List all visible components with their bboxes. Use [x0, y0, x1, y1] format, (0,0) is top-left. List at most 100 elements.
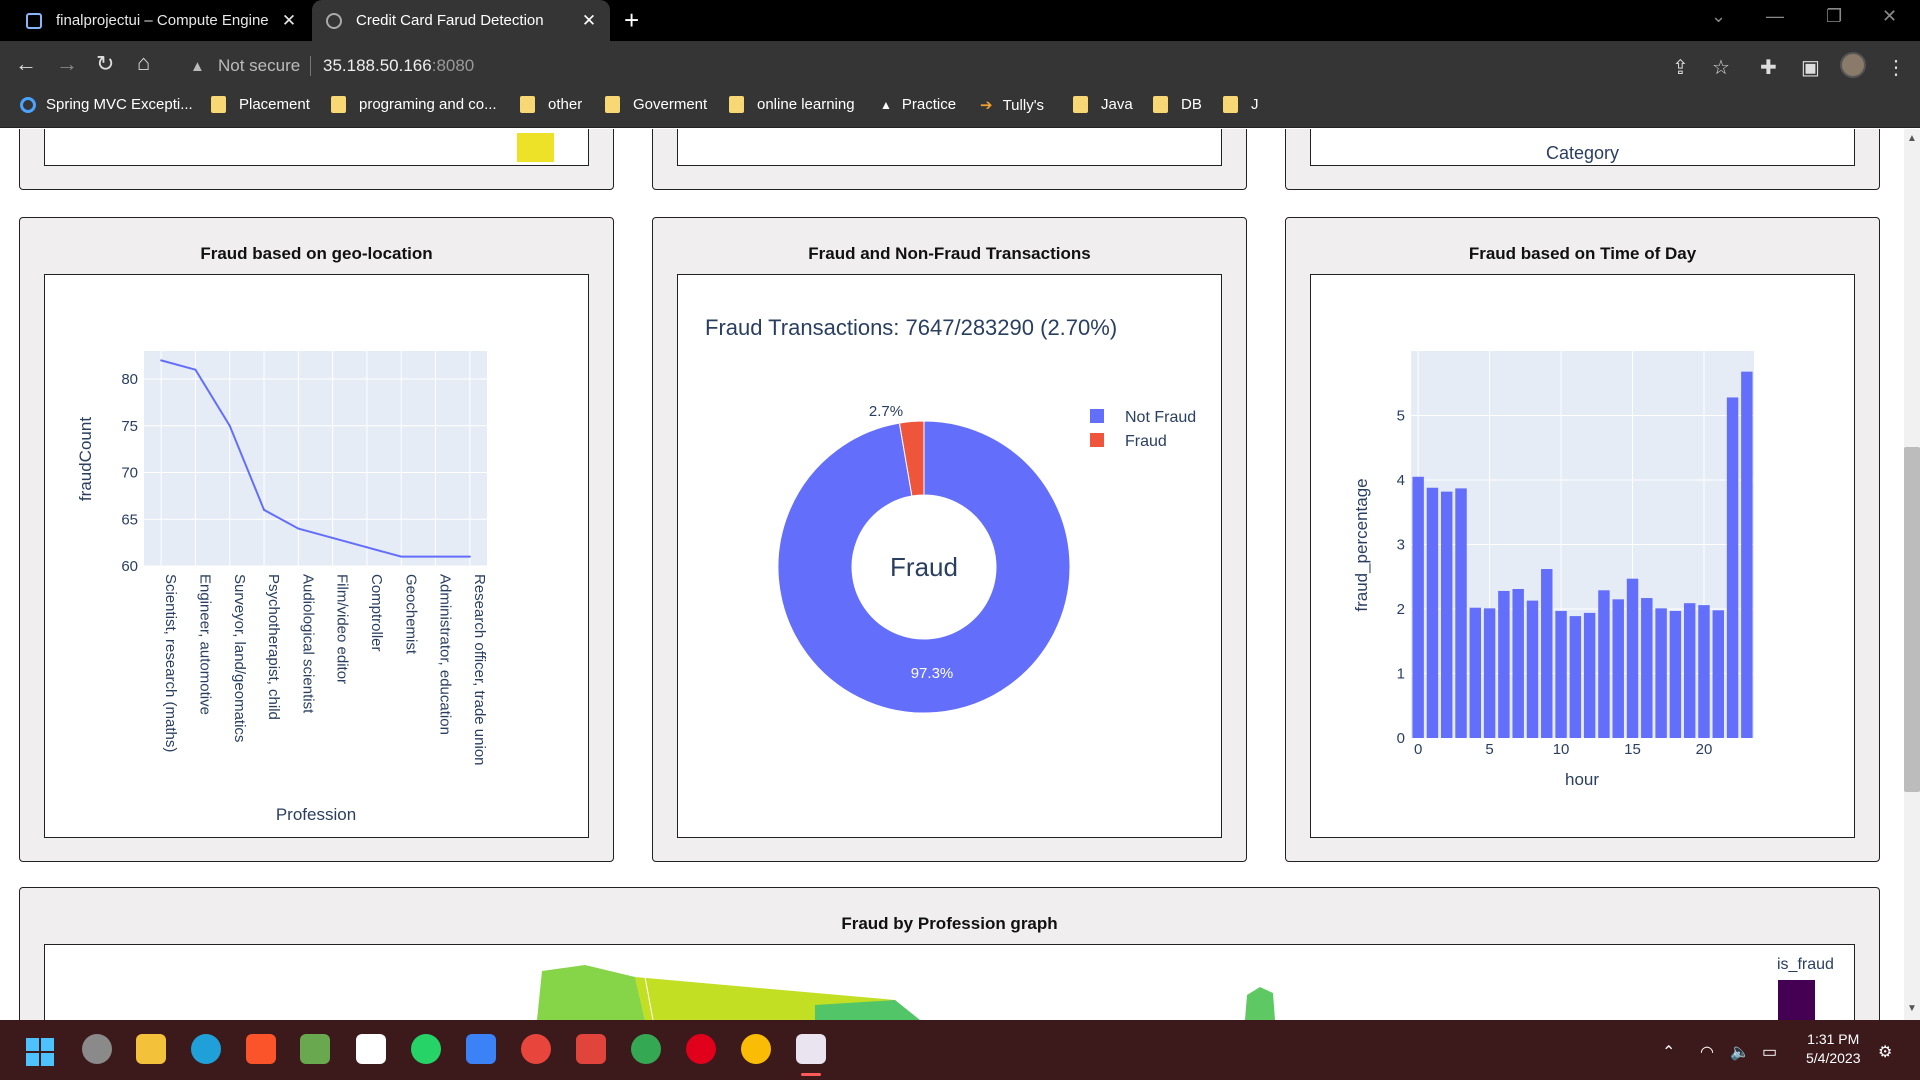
edge-icon[interactable]	[191, 1034, 221, 1064]
bookmark-spring[interactable]: Spring MVC Excepti...	[20, 96, 193, 113]
brave-icon[interactable]	[246, 1034, 276, 1064]
x-tick-label: Psychotherapist, child	[265, 574, 282, 720]
folder-icon	[520, 96, 535, 113]
bar	[1555, 610, 1567, 738]
bar	[1598, 590, 1610, 738]
data-point	[434, 555, 437, 558]
card-title: Fraud and Non-Fraud Transactions	[808, 244, 1091, 263]
chevron-up-icon[interactable]: ⌃	[1662, 1042, 1675, 1062]
card-title: Fraud based on Time of Day	[1468, 244, 1697, 263]
active-app-indicator	[801, 1073, 821, 1076]
folder-icon	[1153, 96, 1168, 113]
file-explorer-icon[interactable]	[136, 1034, 166, 1064]
chrome-icon[interactable]	[521, 1034, 551, 1064]
notifications-icon[interactable]: ⚙	[1878, 1042, 1892, 1062]
card-top-middle	[652, 129, 1247, 190]
bar	[1512, 589, 1524, 738]
tab-title: Credit Card Farud Detection	[356, 12, 544, 29]
folder-icon	[331, 96, 346, 113]
opera-icon[interactable]	[686, 1034, 716, 1064]
side-panel-icon[interactable]: ▣	[1801, 55, 1820, 80]
close-icon[interactable]: ✕	[580, 11, 598, 31]
tab-fraud-detection[interactable]: Credit Card Farud Detection ✕	[312, 0, 610, 41]
scroll-down-icon[interactable]: ▼	[1907, 1003, 1917, 1014]
todo-icon[interactable]	[466, 1034, 496, 1064]
bar	[1641, 598, 1653, 738]
bookmark-label: Spring MVC Excepti...	[46, 96, 193, 113]
bar	[1469, 607, 1482, 738]
speaker-icon[interactable]: 🔈	[1730, 1042, 1750, 1062]
chrome-alt-icon[interactable]	[741, 1034, 771, 1064]
data-point	[194, 368, 197, 371]
forward-icon[interactable]: →	[56, 52, 78, 76]
bookmark-goverment[interactable]: Goverment	[605, 96, 707, 113]
bar-chart: 0 1 2 3 4 5 0 5 10 15 20 hour fraud_percentage	[1352, 351, 1754, 789]
close-icon[interactable]: ✕	[280, 11, 298, 31]
tab-compute-engine[interactable]: finalprojectui – Compute Engine ✕	[10, 0, 310, 41]
bookmark-tullys[interactable]: ➔ Tully's	[980, 96, 1044, 115]
scroll-up-icon[interactable]: ▲	[1907, 133, 1917, 144]
y-axis-title: fraudCount	[76, 417, 95, 501]
battery-icon[interactable]: ▭	[1762, 1042, 1777, 1062]
minimize-button[interactable]: —	[1766, 6, 1784, 27]
reload-icon[interactable]: ↻	[96, 52, 114, 76]
restore-button[interactable]: ❐	[1826, 6, 1842, 27]
clock[interactable]: 1:31 PM 5/4/2023	[1806, 1030, 1861, 1068]
card-title: Fraud based on geo-location	[200, 244, 433, 263]
legend-swatch	[517, 133, 554, 162]
page-content: Category Fraud based on geo-location Sci…	[0, 129, 1904, 1020]
chrome-profile-icon[interactable]	[631, 1034, 661, 1064]
share-icon[interactable]: ⇪	[1672, 55, 1689, 80]
tab-title: finalprojectui – Compute Engine	[56, 12, 269, 29]
x-tick-label: 0	[1414, 741, 1422, 758]
x-tick-label: Film/video editor	[334, 574, 351, 684]
x-tick-label: Surveyor, land/geomatics	[231, 574, 248, 742]
slice-label: 97.3%	[911, 665, 954, 682]
start-icon[interactable]	[26, 1038, 54, 1066]
new-tab-button[interactable]: +	[624, 7, 639, 33]
donut-chart: Fraud Transactions: 7647/283290 (2.70%) 9…	[705, 315, 1196, 714]
wifi-icon[interactable]: ◠	[1700, 1042, 1714, 1062]
x-tick-label: Geochemist	[402, 574, 419, 655]
folder-icon	[605, 96, 620, 113]
menu-icon[interactable]: ⋮	[1886, 55, 1906, 80]
bookmark-online-learning[interactable]: online learning	[729, 96, 855, 113]
bookmark-other[interactable]: other	[520, 96, 582, 113]
url-text[interactable]: 35.188.50.166:8080	[323, 56, 474, 76]
extensions-icon[interactable]: ✚	[1760, 55, 1777, 80]
app-icon[interactable]	[300, 1034, 330, 1064]
bookmark-j[interactable]: J	[1223, 96, 1259, 113]
bookmark-placement[interactable]: Placement	[211, 96, 310, 113]
rocket-icon: ▲	[880, 97, 892, 112]
bookmark-practice[interactable]: ▲ Practice	[880, 96, 956, 113]
bookmark-java[interactable]: Java	[1073, 96, 1133, 113]
x-tick-label: Research officer, trade union	[471, 574, 488, 766]
whatsapp-icon[interactable]	[411, 1034, 441, 1064]
legend-title: is_fraud	[1777, 956, 1834, 973]
y-tick-label: 3	[1397, 537, 1405, 554]
scrollbar-thumb[interactable]	[1904, 447, 1920, 792]
weather-icon[interactable]	[82, 1034, 112, 1064]
x-tick-label: Administrator, education	[437, 574, 454, 735]
snipping-tool-icon[interactable]	[796, 1034, 826, 1064]
notion-icon[interactable]	[356, 1034, 386, 1064]
bookmark-label: Goverment	[633, 96, 708, 113]
bookmark-programing[interactable]: programing and co...	[331, 96, 497, 113]
map-region-washington	[537, 965, 645, 1020]
app-red-icon[interactable]	[576, 1034, 606, 1064]
globe-icon	[326, 12, 342, 29]
bar	[1669, 610, 1682, 738]
bookmark-db[interactable]: DB	[1153, 96, 1202, 113]
home-icon[interactable]: ⌂	[137, 51, 150, 75]
data-point	[400, 555, 403, 558]
chart-title: Fraud Transactions: 7647/283290 (2.70%)	[705, 315, 1117, 340]
star-icon[interactable]: ☆	[1712, 55, 1730, 80]
y-tick-label: 1	[1397, 666, 1405, 683]
chevron-down-icon[interactable]: ⌄	[1711, 6, 1726, 27]
avatar[interactable]	[1840, 52, 1866, 78]
data-point	[331, 536, 334, 539]
data-point	[297, 527, 300, 530]
back-icon[interactable]: ←	[15, 52, 37, 76]
close-window-button[interactable]: ✕	[1882, 6, 1897, 27]
bookmark-label: other	[548, 96, 583, 113]
